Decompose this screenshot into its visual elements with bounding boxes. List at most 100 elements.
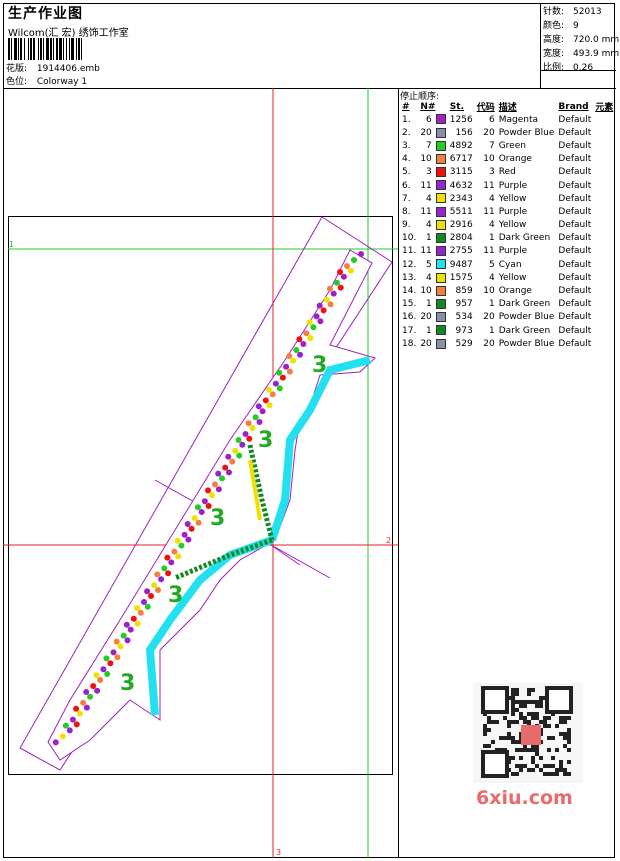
motif-dot [69,716,76,723]
motif-dot [110,649,117,656]
motif-dot [178,542,185,549]
motif-dot [255,403,262,410]
motif-dot [212,481,218,488]
motif-dot [188,525,195,532]
motif-dot [76,710,83,717]
motif-dot [272,380,279,387]
motif-dot [195,519,202,526]
motif-dot [340,273,347,280]
motif-dot [265,386,272,393]
motif-dot [83,704,90,711]
motif-dot [232,447,239,454]
motif-dot [297,351,304,358]
motif-dot [134,620,141,627]
motif-dot [300,341,307,347]
motif-dot [137,609,144,616]
motif-dot [107,660,114,667]
motif-dot [276,369,283,376]
motif-dot [181,531,188,538]
motif-dot [168,559,175,566]
motif-dot [134,605,140,611]
motif-dot [90,683,97,689]
motif-dot [97,677,104,683]
motif-dot [208,492,215,499]
qr-code [473,683,583,783]
guide-marker-2: 2 [386,536,391,545]
svg-text:3: 3 [258,428,273,453]
motif-dot [293,347,300,353]
motif-dot [104,671,111,677]
motif-dot [100,666,107,673]
motif-dot [323,296,330,303]
motif-dot [316,302,323,309]
motif-dot [256,419,263,425]
motif-dot [59,733,66,740]
motif-dot [333,279,340,286]
svg-text:3: 3 [312,353,327,378]
svg-text:3: 3 [168,583,183,608]
motif-dot [113,638,120,645]
motif-dot [130,615,137,622]
motif-dot [245,420,252,427]
motif-dot [94,687,101,694]
motif-dot [124,637,131,644]
motif-dot [103,655,110,662]
motif-dot [266,402,273,409]
motif-dot [306,319,313,326]
motif-dot [141,599,147,605]
motif-dot [165,570,172,577]
motif-dot [161,565,168,572]
motif-dot [205,487,211,494]
svg-text:3: 3 [210,506,225,531]
motif-dot [262,397,269,404]
motif-dot [279,374,286,381]
motif-dot [347,267,354,274]
motif-dot [219,475,225,482]
motif-dot [249,425,256,431]
motif-dot [252,414,259,421]
motif-dot [327,301,334,308]
motif-dot [296,336,303,343]
motif-dot [164,554,171,561]
guide-marker-1: 1 [9,240,14,249]
motif-dot [337,269,343,275]
motif-dot [93,672,100,679]
motif-dot [269,391,276,398]
motif-dot [215,470,222,477]
motif-dot [344,263,350,269]
motif-dot [307,335,314,341]
motif-dot [337,284,344,291]
motif-dot [326,285,333,292]
motif-dot [259,408,266,415]
motif-dot [184,521,191,527]
motif-dot [52,739,59,746]
motif-dot [351,257,357,263]
motif-dot [225,453,232,460]
motif-dot [87,693,94,700]
motif-dot [185,536,192,543]
motif-dot [198,509,205,515]
motif-dot [242,431,249,437]
motif-dot [201,498,208,505]
motif-dot [290,357,297,364]
motif-dot [154,571,161,578]
motif-dot [117,643,124,650]
motif-dot [191,515,198,521]
motif-dot [303,330,310,337]
motif-dot [330,290,337,297]
motif-dot [283,363,290,370]
motif-dot [158,576,165,583]
motif-dot [246,435,253,442]
motif-dot [120,632,127,639]
motif-dot [174,537,181,544]
motif-dot [358,251,364,257]
watermark: 6xiu.com [476,787,573,809]
motif-dot [310,324,317,331]
motif-dot [286,353,293,359]
motif-dot [144,588,151,595]
motif-dot [286,368,293,375]
motif-dot [239,441,246,448]
motif-dot [320,307,327,314]
motif-dot [235,437,242,443]
motif-dot [175,553,182,560]
